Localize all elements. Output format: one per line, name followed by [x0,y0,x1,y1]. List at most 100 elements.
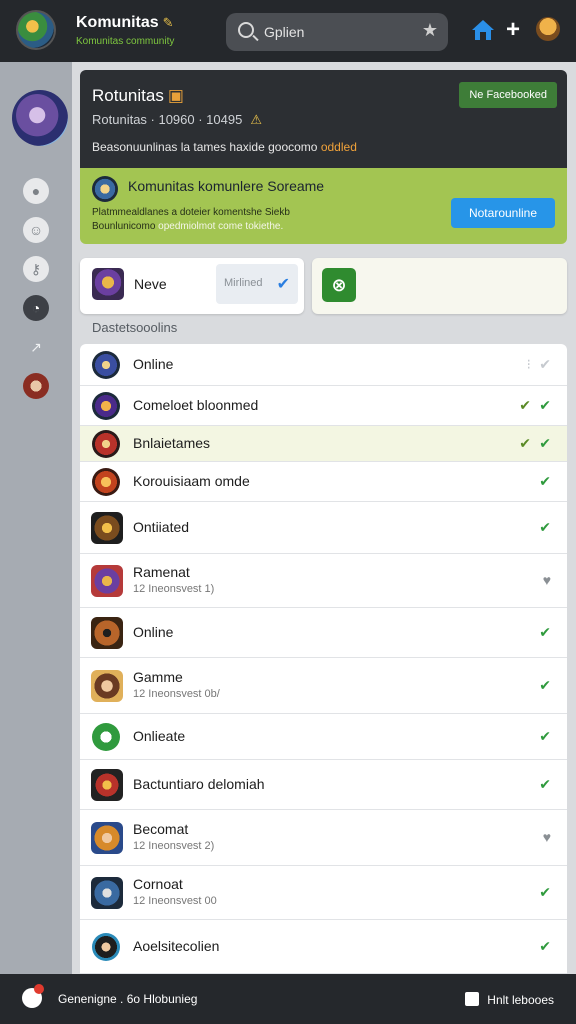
gift-icon: ▣ [167,86,184,105]
home-icon[interactable] [471,18,495,42]
list-item-subtitle: 12 Ineonsvest 1) [133,583,215,595]
top-bar: Komunitas✎ Komunitas community ★ + [0,0,576,62]
secondary-check-icon[interactable]: ✔ [519,397,531,414]
facebook-button[interactable]: Ne Facebooked [459,82,557,108]
list-item-title: Cornoat [133,876,183,892]
promo-panel: Komunitas komunlere Soreame Platmmealdla… [80,168,567,244]
xbox-icon: ⊗ [322,268,356,302]
list-item[interactable]: Ramenat 12 Ineonsvest 1) ♥ [80,554,567,608]
game-avatar [92,392,120,420]
list-item[interactable]: Online ✔ ⁝ [80,344,567,386]
hero-description: Beasonuunlinas la tames haxide goocomo o… [92,140,357,154]
check-icon[interactable]: ♥ [543,572,551,588]
sidebar-avatar[interactable] [12,90,68,146]
list-item[interactable]: Ontiiated ✔ [80,502,567,554]
game-avatar [91,512,123,544]
user-avatar[interactable] [536,17,560,41]
section-label: Dastetsooolins [92,320,178,335]
notification-avatar-icon[interactable] [22,984,44,1008]
promo-description-line2: Bounlunicomo opedmiolmot come tokiethe. [92,220,442,234]
bottom-bar: Genenigne . 6o Hlobunieg Hnlt lebooes [0,974,576,1024]
promo-icon [92,176,118,202]
game-card[interactable]: Neve Mirlined ✔ [80,258,304,314]
chevron-down-icon: ✔ [276,276,290,293]
game-avatar [91,822,123,854]
list-item-title: Comeloet bloonmed [133,397,259,413]
game-avatar [91,877,123,909]
check-icon[interactable]: ♥ [543,829,551,845]
status-select[interactable]: Mirlined ✔ [216,264,298,304]
hero-title-text: Rotunitas [92,86,164,105]
hero-panel: Rotunitas ▣ Rotunitas · 10960 · 10495 ⚠ Be… [80,70,567,168]
check-icon[interactable]: ✔ [539,624,551,641]
check-icon[interactable]: ✔ [539,677,551,694]
list-item[interactable]: Bactuntiaro delomiah ✔ [80,760,567,810]
hero-meta: Rotunitas · 10960 · 10495 ⚠ [92,112,262,128]
list-item[interactable]: Comeloet bloonmed ✔ ✔ [80,386,567,426]
list-item-title: Onlieate [133,728,186,744]
game-avatar [92,351,120,379]
game-thumbnail [92,268,124,300]
bottom-action[interactable]: Hnlt lebooes [465,992,554,1007]
list-item-title: Ramenat [133,564,190,580]
search-bar[interactable]: ★ [226,13,448,51]
list-item[interactable]: Bnlaietames ✔ ✔ [80,426,567,462]
star-icon[interactable]: ★ [422,20,438,41]
game-avatar [92,430,120,458]
profile-icon[interactable] [23,373,49,399]
hero-description-highlight: oddled [320,140,357,154]
list-item[interactable]: Korouisiaam omde ✔ [80,462,567,502]
check-icon[interactable]: ✔ [539,397,551,414]
list-item-title: Becomat [133,821,189,837]
plus-icon[interactable]: + [506,16,520,44]
game-avatar [91,670,123,702]
app-logo[interactable] [16,10,56,50]
promo-description-line2-text: Bounlunicomo [92,221,156,232]
game-avatar [91,769,123,801]
smile-icon[interactable]: ☺ [23,217,49,243]
list-item[interactable]: Becomat 12 Ineonsvest 2) ♥ [80,810,567,866]
check-icon[interactable]: ✔ [539,435,551,452]
key-icon[interactable]: ⚷ [23,256,49,282]
list-item-title: Gamme [133,669,183,685]
list-item-subtitle: 12 Ineonsvest 2) [133,840,215,852]
game-avatar [92,468,120,496]
list-item-title: Online [133,624,174,640]
list-item[interactable]: Onlieate ✔ [80,714,567,760]
list-item-title: Bnlaietames [133,435,211,451]
app-subtitle: Komunitas community [76,36,175,47]
game-avatar [92,723,120,751]
list-item-title: Korouisiaam omde [133,473,250,489]
tool-icon[interactable]: ↗ [23,334,49,360]
promo-title: Komunitas komunlere Soreame [128,178,325,194]
check-icon[interactable]: ✔ [539,938,551,955]
list-item[interactable]: Aoelsitecolien ✔ [80,920,567,974]
list-item[interactable]: Gamme 12 Ineonsvest 0b/ ✔ [80,658,567,714]
list-item[interactable]: Online ✔ [80,608,567,658]
check-icon[interactable]: ✔ [539,473,551,490]
pencil-icon: ✎ [162,15,174,30]
game-avatar [91,565,123,597]
promo-button[interactable]: Notarounline [451,198,555,228]
game-avatar [91,617,123,649]
check-icon[interactable]: ✔ [539,728,551,745]
search-input[interactable] [264,19,414,45]
game-avatar [92,933,120,961]
check-icon[interactable]: ✔ [539,519,551,536]
check-icon[interactable]: ✔ [539,356,551,373]
check-icon[interactable]: ✔ [539,884,551,901]
secondary-check-icon[interactable]: ⁝ [527,356,531,373]
xbox-card[interactable]: ⊗ [312,258,567,314]
hero-title: Rotunitas ▣ [92,86,184,106]
edit-icon [465,992,480,1006]
chat-icon[interactable]: ● [23,178,49,204]
check-icon[interactable]: ✔ [539,776,551,793]
search-icon [238,22,254,38]
hero-meta-text: Rotunitas · 10960 · 10495 [92,112,243,127]
list-item[interactable]: Cornoat 12 Ineonsvest 00 ✔ [80,866,567,920]
gauge-icon[interactable]: ◔ [23,295,49,321]
app-title-text: Komunitas [76,14,159,31]
hero-description-text: Beasonuunlinas la tames haxide goocomo [92,140,318,154]
bottom-status: Genenigne . 6o Hlobunieg [58,992,198,1006]
secondary-check-icon[interactable]: ✔ [519,435,531,452]
